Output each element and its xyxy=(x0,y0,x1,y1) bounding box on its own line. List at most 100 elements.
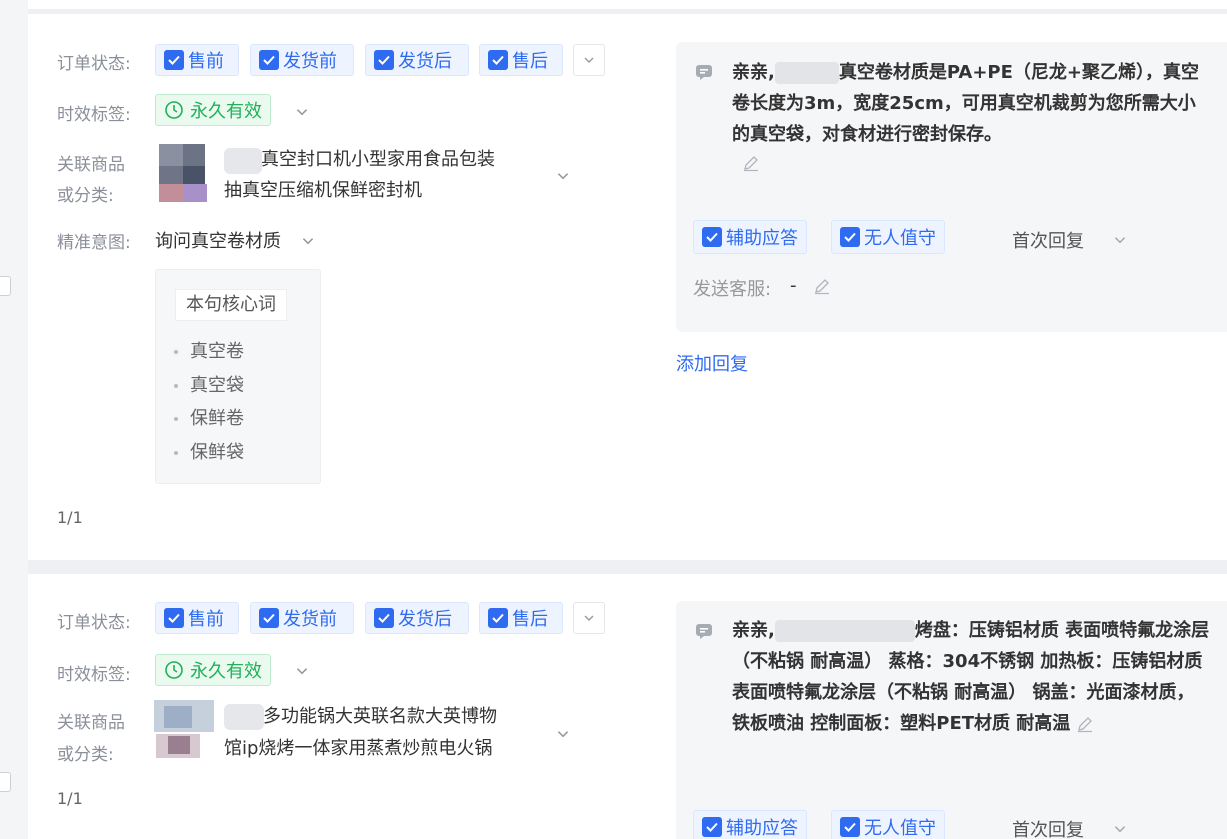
core-word-item: 真空卷 xyxy=(174,337,244,363)
chevron-down-icon[interactable] xyxy=(294,663,310,679)
chevron-down-icon xyxy=(584,57,594,63)
row-select-checkbox[interactable] xyxy=(0,772,11,792)
edit-pencil-icon[interactable] xyxy=(1076,715,1094,733)
checkbox-checked-icon xyxy=(374,50,394,70)
status-chip-presale[interactable]: 售前 xyxy=(155,44,239,76)
reply-prefix: 亲亲, xyxy=(732,620,775,641)
unattended-toggle[interactable]: 无人值守 xyxy=(831,810,945,839)
status-chip-label: 发货前 xyxy=(283,51,337,72)
validity-tag[interactable]: 永久有效 xyxy=(155,94,271,126)
previous-card-edge xyxy=(28,0,1227,10)
redacted-text xyxy=(774,620,915,642)
edit-pencil-icon[interactable] xyxy=(742,154,760,172)
status-chip-after-shipping[interactable]: 发货后 xyxy=(365,44,469,76)
clock-icon xyxy=(165,661,183,679)
left-gutter xyxy=(0,0,28,839)
status-chip-aftersale[interactable]: 售后 xyxy=(479,602,563,634)
reply-panel: 亲亲, 真空卷材质是PA+PE（尼龙+聚乙烯），真空卷长度为3m，宽度25cm，可… xyxy=(676,42,1227,332)
status-chip-label: 发货后 xyxy=(398,609,452,630)
checkbox-checked-icon xyxy=(488,50,508,70)
message-icon xyxy=(696,624,712,639)
status-chip-label: 售后 xyxy=(512,51,548,72)
core-word-item: 保鲜卷 xyxy=(174,404,244,430)
related-product-label: 或分类: xyxy=(57,186,114,206)
product-name-line1: 真空封口机小型家用食品包装 xyxy=(261,149,495,170)
redacted-text xyxy=(224,148,262,174)
intent-label: 精准意图: xyxy=(57,233,131,253)
chevron-down-icon[interactable] xyxy=(555,726,571,742)
add-reply-link[interactable]: 添加回复 xyxy=(676,350,748,376)
checkbox-checked-icon xyxy=(702,817,722,837)
status-chip-label: 发货前 xyxy=(283,609,337,630)
checkbox-checked-icon xyxy=(164,608,184,628)
intent-value[interactable]: 询问真空卷材质 xyxy=(155,227,281,253)
product-thumbnail xyxy=(148,700,220,758)
core-word-item: 保鲜袋 xyxy=(174,438,244,464)
checkbox-checked-icon xyxy=(374,608,394,628)
core-words-title: 本句核心词 xyxy=(175,289,287,321)
pagination: 1/1 xyxy=(57,789,83,808)
edit-pencil-icon[interactable] xyxy=(813,277,831,295)
status-chip-label: 发货后 xyxy=(398,51,452,72)
reply-panel: 亲亲, 烤盘：压铸铝材质 表面喷特氟龙涂层（不粘锅 耐高温） 蒸格：304不锈钢 … xyxy=(676,601,1227,839)
status-chip-before-shipping[interactable]: 发货前 xyxy=(250,602,354,634)
chevron-down-icon[interactable] xyxy=(294,104,310,120)
redacted-text xyxy=(224,704,264,730)
status-more-dropdown[interactable] xyxy=(573,602,605,634)
checkbox-checked-icon xyxy=(164,50,184,70)
checkbox-checked-icon xyxy=(702,227,722,247)
status-more-dropdown[interactable] xyxy=(573,44,605,76)
related-product-label: 关联商品 xyxy=(57,713,125,733)
related-product-label: 或分类: xyxy=(57,745,114,765)
status-chip-presale[interactable]: 售前 xyxy=(155,602,239,634)
unattended-label: 无人值守 xyxy=(864,228,936,249)
send-agent-label: 发送客服: xyxy=(693,279,772,300)
order-status-label: 订单状态: xyxy=(57,54,131,74)
assist-reply-toggle[interactable]: 辅助应答 xyxy=(693,810,807,839)
validity-label: 时效标签: xyxy=(57,665,131,685)
chevron-down-icon[interactable] xyxy=(555,168,571,184)
assist-reply-toggle[interactable]: 辅助应答 xyxy=(693,220,807,254)
first-reply-select[interactable]: 首次回复 xyxy=(1012,816,1084,839)
reply-prefix: 亲亲, xyxy=(732,62,775,83)
clock-icon xyxy=(165,101,183,119)
row-select-checkbox[interactable] xyxy=(0,276,11,296)
chevron-down-icon[interactable] xyxy=(1112,232,1128,248)
status-chip-after-shipping[interactable]: 发货后 xyxy=(365,602,469,634)
message-icon xyxy=(696,65,712,80)
chevron-down-icon xyxy=(584,615,594,621)
checkbox-checked-icon xyxy=(259,50,279,70)
unattended-toggle[interactable]: 无人值守 xyxy=(831,220,945,254)
pagination: 1/1 xyxy=(57,508,83,527)
unattended-label: 无人值守 xyxy=(864,818,936,839)
product-name-line2: 抽真空压缩机保鲜密封机 xyxy=(224,180,422,201)
redacted-text xyxy=(774,62,839,84)
validity-value: 永久有效 xyxy=(190,101,262,122)
chevron-down-icon[interactable] xyxy=(1112,821,1128,837)
product-name-line1: 多功能锅大英联名款大英博物 xyxy=(263,706,497,727)
assist-reply-label: 辅助应答 xyxy=(726,228,798,249)
validity-label: 时效标签: xyxy=(57,105,131,125)
core-word-item: 真空袋 xyxy=(174,371,244,397)
chevron-down-icon[interactable] xyxy=(300,233,316,249)
product-name-line2: 馆ip烧烤一体家用蒸煮炒煎电火锅 xyxy=(224,738,493,759)
send-agent-value: - xyxy=(790,275,797,296)
status-chip-aftersale[interactable]: 售后 xyxy=(479,44,563,76)
checkbox-checked-icon xyxy=(840,227,860,247)
related-product-label: 关联商品 xyxy=(57,155,125,175)
status-chip-label: 售前 xyxy=(188,609,224,630)
status-chip-label: 售后 xyxy=(512,609,548,630)
reply-content[interactable]: 亲亲, 真空卷材质是PA+PE（尼龙+聚乙烯），真空卷长度为3m，宽度25cm，可… xyxy=(732,57,1212,150)
validity-value: 永久有效 xyxy=(190,661,262,682)
reply-content[interactable]: 亲亲, 烤盘：压铸铝材质 表面喷特氟龙涂层（不粘锅 耐高温） 蒸格：304不锈钢 … xyxy=(732,615,1212,739)
product-thumbnail xyxy=(145,144,217,202)
core-words-panel: 本句核心词 真空卷 真空袋 保鲜卷 保鲜袋 xyxy=(155,269,321,484)
checkbox-checked-icon xyxy=(488,608,508,628)
first-reply-select[interactable]: 首次回复 xyxy=(1012,227,1084,253)
validity-tag[interactable]: 永久有效 xyxy=(155,654,271,686)
status-chip-before-shipping[interactable]: 发货前 xyxy=(250,44,354,76)
checkbox-checked-icon xyxy=(840,817,860,837)
rule-card: 订单状态: 售前 发货前 发货后 售后 时效标签: 永久有效 关联商品 或分类:… xyxy=(28,14,1227,560)
order-status-label: 订单状态: xyxy=(57,613,131,633)
status-chip-label: 售前 xyxy=(188,51,224,72)
